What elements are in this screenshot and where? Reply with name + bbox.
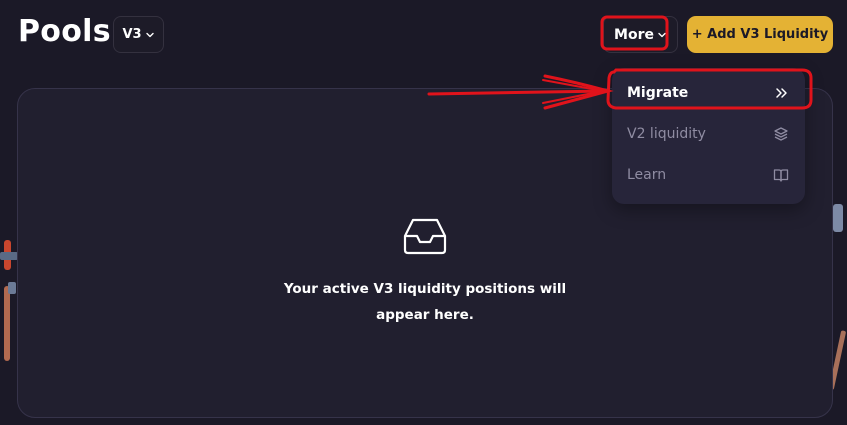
menu-item-label: Learn — [627, 166, 667, 183]
menu-item-v2-liquidity[interactable]: V2 liquidity — [612, 113, 805, 154]
add-v3-liquidity-button[interactable]: + Add V3 Liquidity — [687, 16, 833, 53]
more-dropdown-menu: Migrate V2 liquidity Learn — [612, 68, 805, 204]
version-label: V3 — [122, 27, 142, 42]
pools-page: Pools V3 More + Add V3 Liquidity Your ac… — [0, 0, 847, 425]
double-chevron-right-icon — [776, 87, 787, 98]
chevron-down-icon — [145, 32, 154, 37]
empty-state-message: Your active V3 liquidity positions will … — [283, 281, 567, 323]
menu-item-label: V2 liquidity — [627, 125, 706, 142]
menu-item-label: Migrate — [627, 84, 689, 101]
menu-item-migrate[interactable]: Migrate — [612, 72, 805, 113]
menu-item-learn[interactable]: Learn — [612, 154, 805, 195]
page-title: Pools — [18, 14, 111, 49]
layers-icon — [774, 126, 788, 141]
inbox-icon — [403, 218, 447, 255]
more-label: More — [614, 26, 654, 43]
version-selector[interactable]: V3 — [113, 16, 164, 53]
left-edge-decoration — [0, 240, 18, 361]
book-icon — [773, 168, 789, 182]
chevron-down-icon — [658, 32, 666, 37]
more-button[interactable]: More — [603, 16, 678, 53]
